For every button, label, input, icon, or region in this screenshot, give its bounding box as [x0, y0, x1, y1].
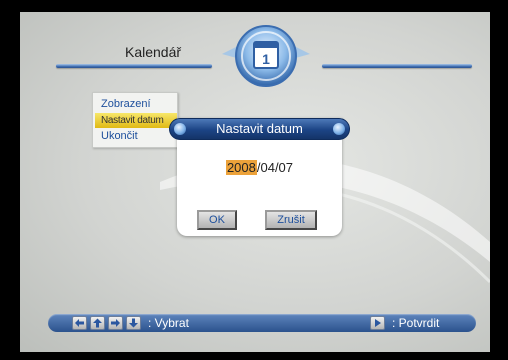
play-icon: [370, 316, 385, 330]
date-year-segment[interactable]: 2008: [225, 160, 257, 175]
page-title: Kalendář: [125, 44, 182, 60]
date-field[interactable]: 2008/04/07: [177, 160, 342, 175]
calendar-icon-number: 1: [262, 51, 270, 67]
select-hint: : Vybrat: [148, 316, 189, 330]
header-bar-left: [56, 64, 212, 68]
menu-item-zobrazeni[interactable]: Zobrazení: [95, 97, 177, 112]
date-month-day[interactable]: /04/07: [257, 160, 293, 175]
menu-item-ukoncit[interactable]: Ukončit: [95, 129, 177, 144]
arrow-right-icon: [108, 316, 123, 330]
arrow-up-icon: [90, 316, 105, 330]
ok-button[interactable]: OK: [197, 210, 237, 230]
menu-item-nastavit-datum[interactable]: Nastavit datum: [95, 113, 177, 128]
confirm-hint: : Potvrdit: [392, 316, 440, 330]
arrow-down-icon: [126, 316, 141, 330]
tv-screen: Kalendář 1 Zobrazení Nastavit datum Ukon…: [20, 12, 490, 352]
dialog-title: Nastavit datum: [216, 121, 303, 136]
title-knob-icon: [333, 123, 345, 135]
options-menu: Zobrazení Nastavit datum Ukončit: [92, 92, 178, 148]
footer-hint-bar: : Vybrat : Potvrdit: [48, 314, 476, 332]
calendar-icon: 1: [222, 25, 310, 87]
dialog-title-bar: Nastavit datum: [169, 118, 350, 140]
arrow-left-icon: [72, 316, 87, 330]
header-bar-right: [322, 64, 472, 68]
set-date-dialog: Nastavit datum 2008/04/07 OK Zrušit: [169, 118, 350, 236]
cancel-button[interactable]: Zrušit: [265, 210, 317, 230]
title-knob-icon: [174, 123, 186, 135]
